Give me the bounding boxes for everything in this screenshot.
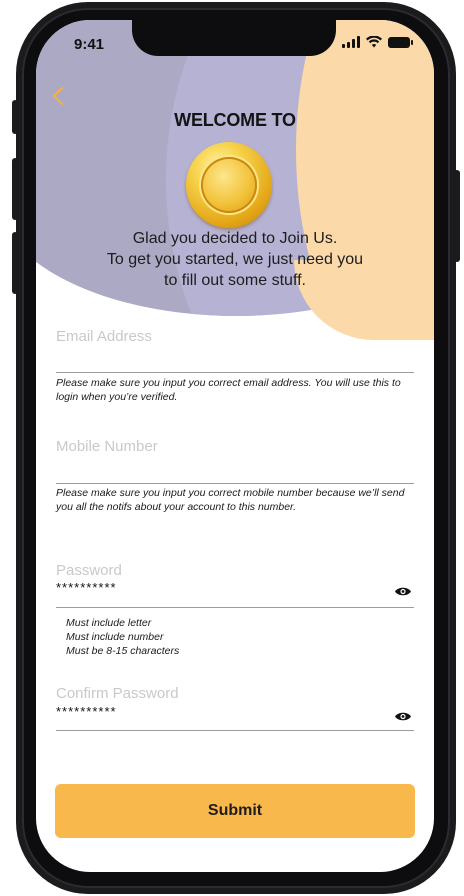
confirm-password-underline	[56, 730, 414, 731]
gold-coin-logo	[186, 142, 272, 228]
chevron-left-icon	[52, 86, 64, 106]
status-icons	[342, 36, 413, 48]
password-rule: Must include letter	[66, 617, 152, 629]
password-label: Password	[56, 562, 122, 579]
subtitle-line-3: to fill out some stuff.	[164, 272, 306, 289]
app-screen: 9:41 WELCOME TO Glad you decided to Join…	[36, 20, 434, 872]
wifi-icon	[366, 36, 382, 48]
mute-switch	[12, 100, 18, 134]
eye-icon[interactable]	[394, 711, 412, 722]
power-button	[454, 170, 460, 262]
email-underline	[56, 372, 414, 373]
signal-icon	[342, 36, 360, 48]
email-field[interactable]: Email Address	[56, 328, 152, 345]
confirm-password-field[interactable]: **********	[56, 704, 117, 719]
battery-icon	[388, 36, 413, 48]
eye-icon[interactable]	[394, 586, 412, 597]
back-button[interactable]	[52, 84, 64, 110]
password-field[interactable]: **********	[56, 580, 117, 595]
password-rules: Must include letter Must include number …	[66, 616, 179, 658]
device-notch	[132, 20, 336, 56]
volume-down-button	[12, 232, 18, 294]
mobile-help-text: Please make sure you input you correct m…	[56, 487, 405, 513]
submit-button[interactable]: Submit	[55, 784, 415, 838]
page-title: WELCOME TO	[174, 110, 296, 130]
welcome-subtitle: Glad you decided to Join Us. To get you …	[66, 228, 404, 291]
volume-up-button	[12, 158, 18, 220]
coin-inner-ring	[201, 157, 257, 213]
email-help-text: Please make sure you input you correct e…	[56, 377, 401, 403]
status-time: 9:41	[74, 36, 105, 53]
password-rule: Must be 8-15 characters	[66, 645, 180, 657]
mobile-number-field[interactable]: Mobile Number	[56, 438, 158, 455]
subtitle-line-2: To get you started, we just need you	[106, 251, 364, 268]
password-underline	[56, 607, 414, 608]
password-rule: Must include number	[66, 631, 164, 643]
mobile-underline	[56, 483, 414, 484]
confirm-password-label: Confirm Password	[56, 685, 179, 702]
subtitle-line-1: Glad you decided to Join Us.	[132, 230, 338, 247]
